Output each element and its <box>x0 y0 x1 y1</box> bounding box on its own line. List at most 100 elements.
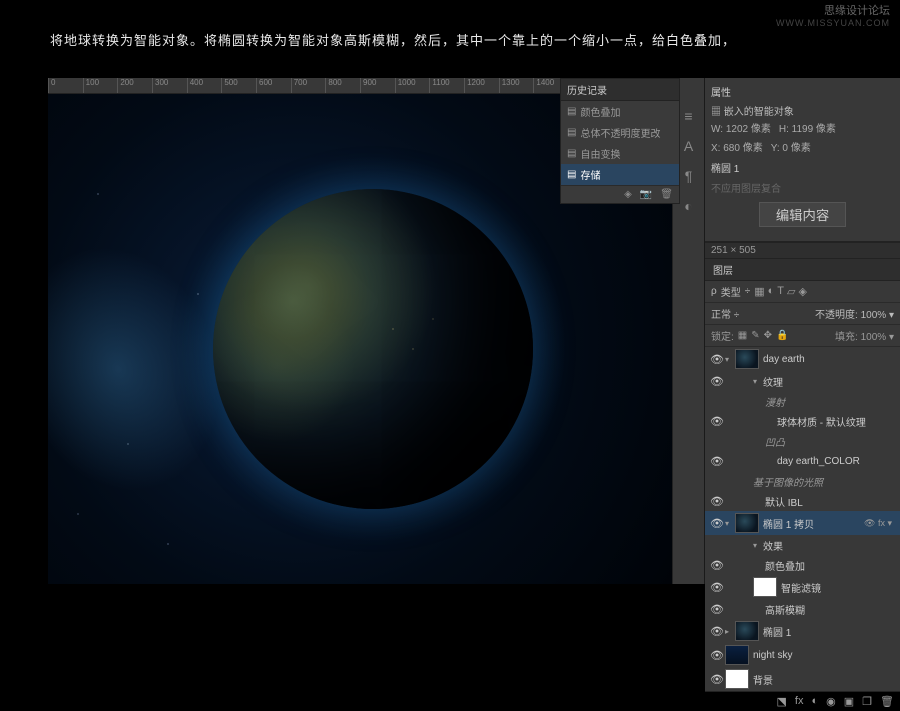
filter-icon[interactable]: T <box>777 285 784 298</box>
lock-icon[interactable]: ▦ <box>738 330 747 341</box>
layer-row[interactable]: 👁▾椭圆 1 拷贝👁 fx ▾ <box>705 511 900 535</box>
visibility-toggle[interactable]: 👁 <box>709 415 725 428</box>
layer-row[interactable]: 👁 背景 <box>705 667 900 691</box>
history-icon[interactable]: ◈ <box>624 189 632 200</box>
filter-icon[interactable]: ▱ <box>787 285 795 298</box>
layers-tab[interactable]: 图层 <box>705 259 741 280</box>
trash-icon[interactable]: 🗑 <box>880 695 894 708</box>
layer-name: 背景 <box>753 672 896 687</box>
filter-icon[interactable]: ◐ <box>768 285 775 298</box>
layer-name: 智能滤镜 <box>781 580 896 595</box>
visibility-toggle[interactable]: 👁 <box>709 649 725 662</box>
blend-mode-row: 正常 ÷ 不透明度: 100% ▾ <box>705 303 900 325</box>
visibility-toggle[interactable]: 👁 <box>709 353 725 366</box>
x-label: X: 680 像素 <box>711 139 763 154</box>
history-icon[interactable]: 🗑 <box>660 189 673 200</box>
visibility-toggle[interactable]: 👁 <box>709 435 725 448</box>
panel-icon[interactable]: A <box>680 138 698 156</box>
history-item[interactable]: ▤总体不透明度更改 <box>561 122 679 143</box>
folder-icon[interactable]: ▣ <box>844 695 854 708</box>
expand-arrow[interactable]: ▾ <box>725 355 735 364</box>
object-name: 椭圆 1 <box>711 156 894 177</box>
filter-icon[interactable]: ◈ <box>798 285 806 298</box>
right-panels: 属性 ▦ 嵌入的智能对象 W: 1202 像素 H: 1199 像素 X: 68… <box>704 78 900 584</box>
expand-arrow[interactable]: ▾ <box>725 519 735 528</box>
history-step-icon: ▤ <box>567 127 576 138</box>
visibility-toggle[interactable]: 👁 <box>709 475 725 488</box>
history-item[interactable]: ▤自由变换 <box>561 143 679 164</box>
layer-name: 凹凸 <box>765 434 896 449</box>
fx-icon[interactable]: fx <box>795 695 804 708</box>
layer-tree[interactable]: 👁▾day earth👁▾纹理👁漫射👁球体材质 - 默认纹理👁凹凸👁day ea… <box>705 347 900 691</box>
visibility-toggle[interactable]: 👁 <box>709 673 725 686</box>
opacity-field[interactable]: 不透明度: 100% ▾ <box>815 306 894 321</box>
link-icon[interactable]: ⬔ <box>777 695 787 708</box>
layer-name: 漫射 <box>765 394 896 409</box>
layer-row[interactable]: 👁▾效果 <box>705 535 900 555</box>
adjust-icon[interactable]: ◉ <box>826 695 836 708</box>
visibility-toggle[interactable]: 👁 <box>709 455 725 468</box>
visibility-toggle[interactable]: 👁 <box>709 495 725 508</box>
layer-row[interactable]: 👁 凹凸 <box>705 431 900 451</box>
layer-row[interactable]: 👁▸椭圆 1 <box>705 619 900 643</box>
layer-row[interactable]: 👁默认 IBL <box>705 491 900 511</box>
new-icon[interactable]: ❐ <box>862 695 872 708</box>
layer-thumbnail <box>725 669 749 689</box>
height-label: H: 1199 像素 <box>779 120 836 135</box>
layer-row[interactable]: 👁 智能滤镜 <box>705 575 900 599</box>
watermark-url: WWW.MISSYUAN.COM <box>776 18 890 30</box>
visibility-toggle[interactable]: 👁 <box>709 559 725 572</box>
layer-name: day earth <box>763 354 896 365</box>
layer-row[interactable]: 👁▾ day earth <box>705 347 900 371</box>
history-step-icon: ▤ <box>567 148 576 159</box>
layer-row[interactable]: 👁颜色叠加 <box>705 555 900 575</box>
history-title[interactable]: 历史记录 <box>561 79 679 101</box>
lock-row: 锁定: ▦ ✎ ✥ 🔒 填充: 100% ▾ <box>705 325 900 347</box>
mask-icon[interactable]: ◐ <box>811 695 818 708</box>
visibility-toggle[interactable]: 👁 <box>709 517 725 530</box>
history-icon[interactable]: 📷 <box>640 189 652 200</box>
layer-row[interactable]: 👁高斯模糊 <box>705 599 900 619</box>
layer-thumbnail <box>735 621 759 641</box>
layer-name: day earth_COLOR <box>777 456 896 467</box>
layer-name: night sky <box>753 650 896 661</box>
visibility-toggle[interactable]: 👁 <box>709 375 725 388</box>
lock-icon[interactable]: 🔒 <box>776 330 788 341</box>
fill-field[interactable]: 填充: 100% ▾ <box>835 328 894 343</box>
panel-icon[interactable]: ¶ <box>680 168 698 186</box>
layer-row[interactable]: 👁 球体材质 - 默认纹理 <box>705 411 900 431</box>
lock-icon[interactable]: ✎ <box>751 330 759 341</box>
layer-thumbnail <box>735 513 759 533</box>
layer-row[interactable]: 👁 漫射 <box>705 391 900 411</box>
visibility-toggle[interactable]: 👁 <box>709 625 725 638</box>
layer-name: 球体材质 - 默认纹理 <box>777 414 896 429</box>
history-item[interactable]: ▤颜色叠加 <box>561 101 679 122</box>
visibility-toggle[interactable]: 👁 <box>709 539 725 552</box>
panel-icon[interactable]: ≡ <box>680 108 698 126</box>
layer-row[interactable]: 👁 night sky <box>705 643 900 667</box>
edit-content-button[interactable]: 编辑内容 <box>759 202 846 227</box>
visibility-toggle[interactable]: 👁 <box>709 603 725 616</box>
expand-arrow[interactable]: ▾ <box>753 377 763 386</box>
lock-icon[interactable]: ✥ <box>764 330 772 341</box>
expand-arrow[interactable]: ▸ <box>725 627 735 636</box>
earth-object[interactable] <box>213 189 533 509</box>
expand-arrow[interactable]: ▾ <box>753 541 763 550</box>
layer-filter-bar[interactable]: ρ类型÷ ▦◐T▱◈ <box>705 281 900 303</box>
layer-name: 纹理 <box>763 374 896 389</box>
history-step-icon: ▤ <box>567 106 576 117</box>
fx-badge[interactable]: 👁 fx ▾ <box>860 518 896 529</box>
history-item[interactable]: ▤存储 <box>561 164 679 185</box>
layer-row[interactable]: 👁 ▾纹理 <box>705 371 900 391</box>
layer-row[interactable]: 👁基于图像的光照 <box>705 471 900 491</box>
layer-thumbnail <box>725 645 749 665</box>
visibility-toggle[interactable]: 👁 <box>709 581 725 594</box>
visibility-toggle[interactable]: 👁 <box>709 395 725 408</box>
layer-thumbnail <box>753 577 777 597</box>
layer-row[interactable]: 👁 day earth_COLOR <box>705 451 900 471</box>
blend-mode-select[interactable]: 正常 ÷ <box>711 306 739 321</box>
history-panel[interactable]: 历史记录 ▤颜色叠加▤总体不透明度更改▤自由变换▤存储 ◈ 📷 🗑 <box>560 78 680 204</box>
layers-panel: 图层 ρ类型÷ ▦◐T▱◈ 正常 ÷ 不透明度: 100% ▾ 锁定: ▦ ✎ … <box>705 259 900 711</box>
filter-icon[interactable]: ▦ <box>754 285 764 298</box>
panel-icon[interactable]: ◐ <box>680 198 698 216</box>
